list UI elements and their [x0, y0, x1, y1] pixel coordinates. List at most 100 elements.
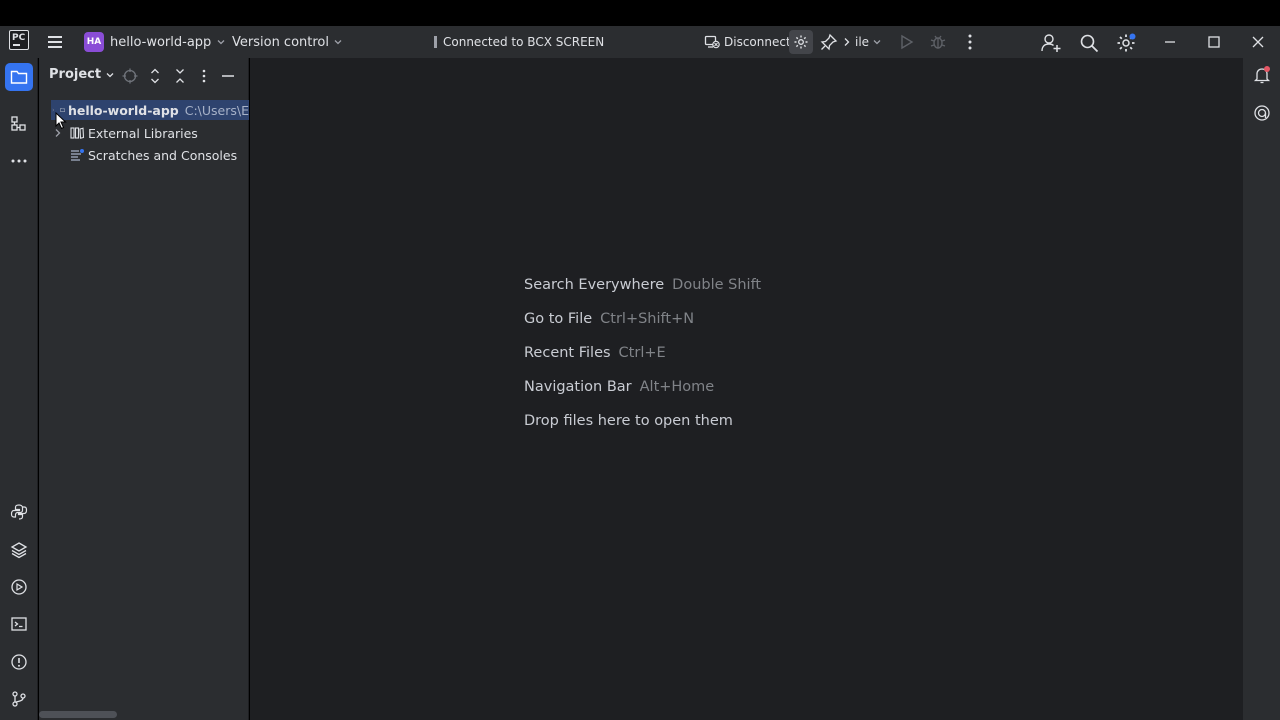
play-icon	[901, 34, 914, 50]
python-packages-button[interactable]	[5, 536, 33, 564]
disconnect-label: Disconnect	[724, 35, 791, 49]
chevron-down-icon	[106, 72, 114, 77]
more-horizontal-icon	[11, 159, 27, 163]
connection-status: Connected to BCX SCREEN	[434, 33, 604, 51]
search-icon	[1080, 34, 1099, 53]
project-badge: HA	[84, 32, 104, 52]
structure-icon	[11, 116, 26, 131]
debug-button[interactable]	[928, 32, 948, 52]
project-view-selector[interactable]: Project	[49, 67, 114, 82]
minimize-icon	[1165, 41, 1175, 43]
left-tool-window-bar	[0, 58, 38, 720]
expand-all-button[interactable]	[146, 67, 164, 85]
ai-assistant-button[interactable]	[1251, 102, 1273, 124]
tree-item-external-libraries[interactable]: External Libraries	[51, 123, 198, 143]
problems-button[interactable]	[5, 648, 33, 676]
minimize-button[interactable]	[1160, 32, 1180, 52]
version-control-menu[interactable]: Version control	[232, 30, 342, 54]
remote-settings-button[interactable]	[789, 30, 813, 54]
folder-icon	[59, 108, 65, 112]
chevron-right-icon[interactable]	[51, 126, 65, 140]
bug-icon	[930, 35, 946, 49]
tree-item-label: Scratches and Consoles	[88, 147, 238, 163]
code-with-me-button[interactable]	[1040, 32, 1062, 54]
hint-shortcut: Ctrl+Shift+N	[600, 311, 695, 327]
hint-action: Recent Files	[524, 345, 611, 361]
connection-indicator-icon	[434, 36, 437, 48]
maximize-button[interactable]	[1204, 32, 1224, 52]
ide-settings-button[interactable]	[1115, 32, 1137, 54]
crosshair-icon	[122, 68, 138, 84]
collapse-all-button[interactable]	[171, 67, 189, 85]
hint-recent-files[interactable]: Recent Files Ctrl+E	[524, 345, 666, 361]
notifications-button[interactable]	[1251, 64, 1273, 86]
terminal-icon	[11, 617, 27, 631]
chevron-right-icon[interactable]	[51, 103, 56, 117]
library-icon	[70, 127, 85, 139]
project-options-button[interactable]	[195, 67, 213, 85]
hint-go-to-file[interactable]: Go to File Ctrl+Shift+N	[524, 311, 694, 327]
hint-shortcut: Double Shift	[672, 277, 762, 293]
services-button[interactable]	[5, 573, 33, 601]
run-button[interactable]	[896, 32, 916, 52]
run-configuration-selector[interactable]: ile	[843, 30, 881, 54]
follow-button[interactable]	[819, 32, 839, 52]
minimize-icon	[222, 75, 234, 77]
more-tools-button[interactable]	[5, 147, 33, 175]
main-menu-button[interactable]	[45, 32, 65, 52]
hint-shortcut: Ctrl+E	[618, 345, 666, 361]
hint-navigation-bar[interactable]: Navigation Bar Alt+Home	[524, 379, 714, 395]
connection-status-text: Connected to BCX SCREEN	[443, 35, 605, 49]
gear-icon	[794, 35, 808, 49]
project-name: hello-world-app	[110, 34, 212, 50]
hint-action: Search Everywhere	[524, 277, 665, 293]
more-actions-button[interactable]	[960, 32, 980, 52]
project-tool-button[interactable]	[5, 63, 33, 91]
tree-item-scratches-and-consoles[interactable]: Scratches and Consoles	[69, 145, 237, 165]
version-control-label: Version control	[232, 34, 329, 50]
more-vertical-icon	[202, 69, 206, 83]
disconnect-icon	[704, 35, 720, 49]
chevron-down-icon	[334, 40, 342, 45]
search-everywhere-button[interactable]	[1078, 32, 1100, 54]
warning-circle-icon	[11, 654, 27, 670]
tree-item-hello-world-app[interactable]: hello-world-app C:\Users\E	[51, 100, 249, 120]
folder-icon	[10, 70, 28, 84]
hint-action: Go to File	[524, 311, 593, 327]
more-vertical-icon	[968, 34, 972, 50]
hide-panel-button[interactable]	[219, 67, 237, 85]
tree-item-label: External Libraries	[88, 125, 198, 141]
editor-empty-area[interactable]: Search Everywhere Double Shift Go to File…	[250, 58, 1242, 720]
bell-icon	[1253, 66, 1271, 84]
git-button[interactable]	[5, 685, 33, 713]
python-console-button[interactable]	[5, 498, 33, 526]
disconnect-button[interactable]: Disconnect	[704, 30, 791, 54]
chevron-down-icon	[873, 40, 881, 45]
pycharm-logo-icon: PC	[9, 30, 29, 50]
close-icon	[1252, 36, 1264, 48]
scratches-icon	[71, 149, 84, 161]
structure-tool-button[interactable]	[5, 110, 33, 138]
hint-shortcut: Alt+Home	[639, 379, 715, 395]
terminal-button[interactable]	[5, 610, 33, 638]
horizontal-scrollbar[interactable]	[39, 711, 117, 718]
project-panel-title: Project	[49, 67, 102, 82]
add-user-icon	[1041, 34, 1061, 52]
services-play-icon	[11, 579, 27, 595]
chevron-down-icon	[217, 40, 225, 45]
project-switcher[interactable]: HA hello-world-app	[80, 30, 229, 54]
close-button[interactable]	[1248, 32, 1268, 52]
python-icon	[10, 504, 28, 520]
maximize-icon	[1208, 36, 1220, 48]
git-branch-icon	[12, 691, 26, 707]
tree-item-path: C:\Users\E	[184, 102, 249, 118]
run-configuration-label: ile	[855, 35, 870, 49]
collapse-all-icon	[176, 69, 184, 83]
project-tool-window: Project hello-world-app C:\Users\E Exter…	[39, 58, 249, 720]
hint-drop-files: Drop files here to open them	[524, 413, 733, 429]
right-tool-window-bar	[1242, 58, 1280, 720]
tree-item-label: hello-world-app	[67, 102, 179, 118]
title-bar: PC HA hello-world-app Version control Co…	[0, 26, 1280, 58]
hint-search-everywhere[interactable]: Search Everywhere Double Shift	[524, 277, 761, 293]
locate-file-button[interactable]	[121, 67, 139, 85]
